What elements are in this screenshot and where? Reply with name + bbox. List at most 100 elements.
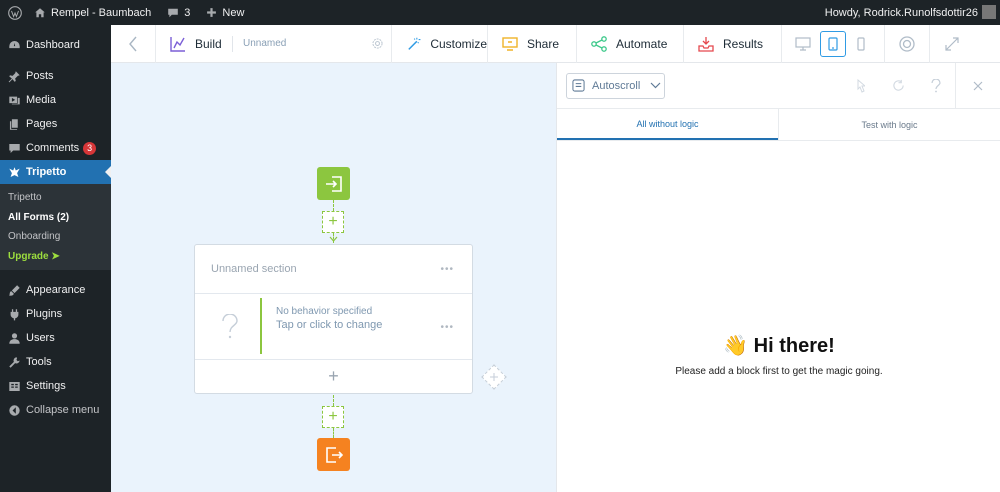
help-button[interactable] [885,25,929,63]
fullscreen-button[interactable] [930,25,974,63]
chevron-left-icon [129,36,137,51]
share-button[interactable]: Share [488,25,576,63]
tripetto-icon [8,166,21,179]
autoscroll-icon [572,79,585,92]
question-mark-icon [222,314,238,339]
new-content-link[interactable]: New [200,0,250,25]
preview-panel: Autoscroll All without logic Test with l… [556,63,1000,492]
preview-actions [841,63,1000,108]
desktop-preview-button[interactable] [786,25,820,63]
sidebar-item-label: Comments [26,142,80,154]
my-account-link[interactable]: Howdy, Rodrick.Runolfsdottir26 [819,0,1000,25]
form-settings-button[interactable] [363,25,391,63]
greeting: Howdy, Rodrick.Runolfsdottir26 [824,6,978,19]
sidebar-item-appearance[interactable]: Appearance [0,278,111,302]
gear-icon [371,38,383,49]
preview-hint-button[interactable] [841,63,879,108]
sidebar-item-label: Dashboard [26,39,80,51]
site-name-link[interactable]: Rempel - Baumbach [28,0,157,25]
tablet-preview-button[interactable] [820,30,846,57]
restart-preview-button[interactable] [879,63,917,108]
submenu-item-upgrade[interactable]: Upgrade ➤ [0,247,111,267]
close-preview-button[interactable] [956,63,1000,108]
preview-heading: 👋 Hi there! [723,335,835,357]
insert-section-button[interactable]: + [322,406,344,428]
phone-preview-button[interactable] [846,25,876,63]
build-label: Build [195,36,222,51]
sidebar-item-label: Plugins [26,308,63,320]
comments-count: 3 [184,6,191,19]
builder-canvas[interactable]: + Unnamed section ••• No behavior specif… [111,63,556,492]
sidebar-item-label: Posts [26,70,54,82]
block-item[interactable]: No behavior specified Tap or click to ch… [195,294,472,360]
exit-icon [325,446,343,463]
build-button[interactable]: Build [156,25,232,63]
form-section[interactable]: Unnamed section ••• No behavior specifie… [194,244,473,394]
sidebar-item-plugins[interactable]: Plugins [0,302,111,326]
collapse-icon [8,404,21,417]
form-end-node[interactable] [317,438,350,471]
comment-bubble-icon [168,8,179,17]
sidebar-item-tools[interactable]: Tools [0,350,111,374]
sidebar-item-tripetto[interactable]: Tripetto [0,160,111,184]
build-icon [170,36,185,52]
sidebar-item-settings[interactable]: Settings [0,374,111,398]
wordpress-logo-button[interactable] [0,0,28,25]
submenu-item-onboarding[interactable]: Onboarding [0,227,111,247]
media-icon [8,94,21,107]
sidebar-item-users[interactable]: Users [0,326,111,350]
form-name-field[interactable]: Unnamed [233,25,363,63]
comments-badge: 3 [83,141,97,155]
dashboard-icon [8,39,21,52]
submenu-item-tripetto[interactable]: Tripetto [0,188,111,208]
magic-wand-icon [408,37,421,50]
sidebar-item-comments[interactable]: Comments 3 [0,136,111,160]
refresh-icon [892,79,904,91]
sidebar-item-pages[interactable]: Pages [0,112,111,136]
tab-test-with-logic[interactable]: Test with logic [778,109,1000,140]
scroll-mode-select[interactable]: Autoscroll [566,72,665,99]
wrench-icon [8,356,21,369]
automate-label: Automate [616,36,668,51]
customize-button[interactable]: Customize [392,25,487,63]
user-icon [8,332,21,345]
wordpress-icon [8,5,22,20]
sidebar-item-dashboard[interactable]: Dashboard [0,33,111,57]
help-icon [931,78,941,92]
sidebar-item-posts[interactable]: Posts [0,64,111,88]
collapse-menu-button[interactable]: Collapse menu [0,398,111,422]
sidebar-item-label: Users [26,332,55,344]
section-header[interactable]: Unnamed section ••• [195,245,472,294]
close-icon [973,81,983,90]
flow-connector [333,395,334,406]
site-name: Rempel - Baumbach [51,6,152,19]
comments-link[interactable]: 3 [161,0,196,25]
back-button[interactable] [111,25,155,63]
sidebar-item-label: Appearance [26,284,86,296]
home-icon [35,7,45,17]
results-icon [698,36,714,52]
form-name: Unnamed [243,38,287,49]
block-menu-icon[interactable]: ••• [440,322,454,333]
automate-icon [591,35,607,52]
submenu-item-all-forms[interactable]: All Forms (2) [0,208,111,228]
tab-all-without-logic[interactable]: All without logic [557,109,778,140]
insert-section-button[interactable]: + [322,211,344,233]
plus-icon [490,373,498,381]
form-start-node[interactable] [317,167,350,200]
results-label: Results [723,36,764,51]
pointer-icon [857,78,865,93]
sidebar-item-media[interactable]: Media [0,88,111,112]
preview-message: Please add a block first to get the magi… [675,366,883,377]
sidebar-item-label: Settings [26,380,66,392]
sidebar-item-label: Collapse menu [26,404,100,416]
results-button[interactable]: Results [684,25,781,63]
avatar[interactable] [982,5,996,19]
brush-icon [8,284,21,297]
preview-help-button[interactable] [917,63,955,108]
add-block-button[interactable]: + [195,360,472,393]
plus-icon: + [328,408,338,425]
section-menu-icon[interactable]: ••• [440,264,454,275]
automate-button[interactable]: Automate [577,25,683,63]
arrow-down-icon [329,236,338,242]
